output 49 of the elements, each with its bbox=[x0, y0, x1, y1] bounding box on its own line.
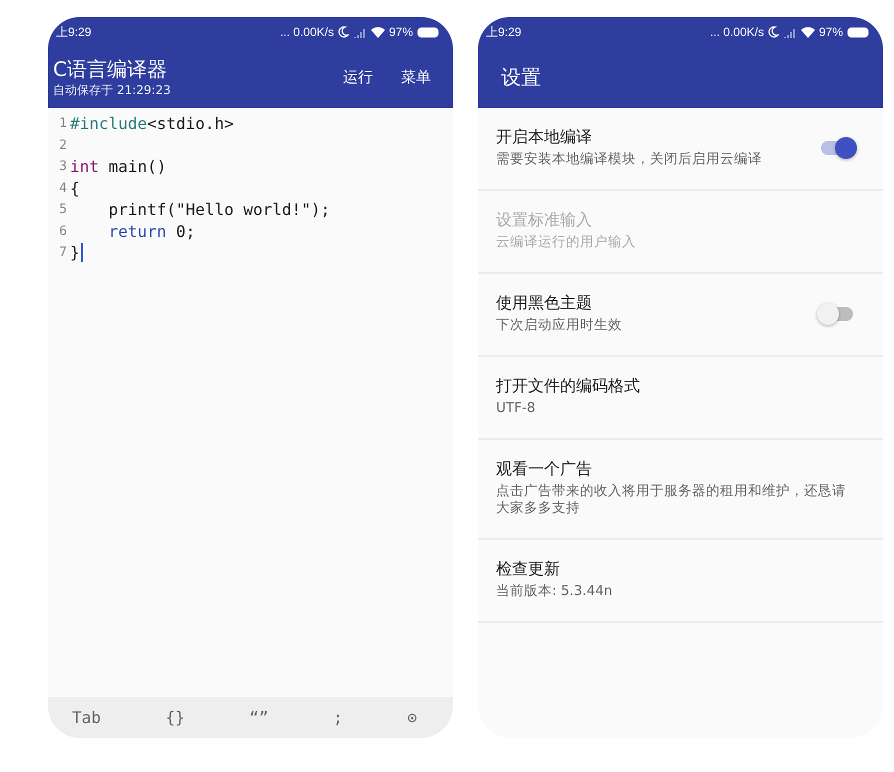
wifi-icon bbox=[370, 26, 385, 38]
autosave-status: 自动保存于 21:29:23 bbox=[53, 82, 172, 99]
signal-icon bbox=[352, 26, 367, 38]
symbol-key[interactable]: “” bbox=[249, 708, 269, 727]
code-line: #include<stdio.h> bbox=[70, 114, 234, 134]
signal-icon bbox=[782, 26, 797, 38]
status-time: 上9:29 bbox=[486, 24, 522, 40]
battery-icon bbox=[417, 26, 439, 38]
line-number: 5 bbox=[58, 202, 68, 218]
symbol-key[interactable]: ; bbox=[333, 708, 343, 727]
setting-title: 检查更新 bbox=[496, 559, 561, 580]
code-line: { bbox=[70, 178, 80, 198]
code-line: return 0; bbox=[108, 222, 196, 241]
setting-title: 打开文件的编码格式 bbox=[496, 376, 641, 397]
setting-title: 设置标准输入 bbox=[496, 210, 593, 231]
status-time: 上9:29 bbox=[56, 24, 92, 40]
code-line: printf("Hello world!"); bbox=[108, 200, 330, 220]
code-line: } bbox=[70, 243, 80, 262]
moon-icon bbox=[768, 26, 779, 38]
app-title: C语言编译器 bbox=[53, 56, 168, 82]
battery-level: 97% bbox=[818, 25, 843, 39]
setting-summary: 需要安装本地编译模块，关闭后启用云编译 bbox=[496, 151, 763, 168]
symbol-key[interactable]: ⊙ bbox=[407, 708, 417, 727]
symbol-key[interactable]: {} bbox=[165, 708, 185, 727]
code-line: int main() bbox=[70, 157, 166, 176]
line-number: 7 bbox=[58, 245, 68, 260]
line-number: 6 bbox=[58, 224, 68, 239]
setting-summary: 点击广告带来的收入将用于服务器的租用和维护，还恳请大家多多支持 bbox=[496, 483, 847, 517]
screen-title: 设置 bbox=[500, 64, 541, 91]
setting-summary: 当前版本: 5.3.44n bbox=[496, 583, 614, 600]
symbol-key[interactable]: Tab bbox=[72, 708, 101, 727]
line-number: 4 bbox=[58, 180, 68, 196]
setting-summary: 云编译运行的用户输入 bbox=[496, 234, 637, 251]
setting-summary: 下次启动应用时生效 bbox=[496, 317, 623, 334]
setting-title: 开启本地编译 bbox=[496, 127, 593, 148]
network-speed: ... 0.00K/s bbox=[710, 25, 764, 39]
setting-summary: UTF-8 bbox=[496, 400, 536, 417]
battery-level: 97% bbox=[388, 25, 413, 39]
line-number: 2 bbox=[58, 138, 68, 153]
battery-icon bbox=[847, 26, 869, 38]
network-speed: ... 0.00K/s bbox=[280, 25, 334, 39]
toolbar-action[interactable]: 运行 bbox=[343, 68, 373, 87]
line-number: 3 bbox=[58, 159, 68, 174]
setting-title: 使用黑色主题 bbox=[496, 293, 593, 314]
setting-title: 观看一个广告 bbox=[496, 459, 593, 480]
line-number: 1 bbox=[58, 116, 68, 132]
wifi-icon bbox=[800, 26, 815, 38]
moon-icon bbox=[338, 26, 349, 38]
toolbar-action[interactable]: 菜单 bbox=[401, 68, 431, 87]
